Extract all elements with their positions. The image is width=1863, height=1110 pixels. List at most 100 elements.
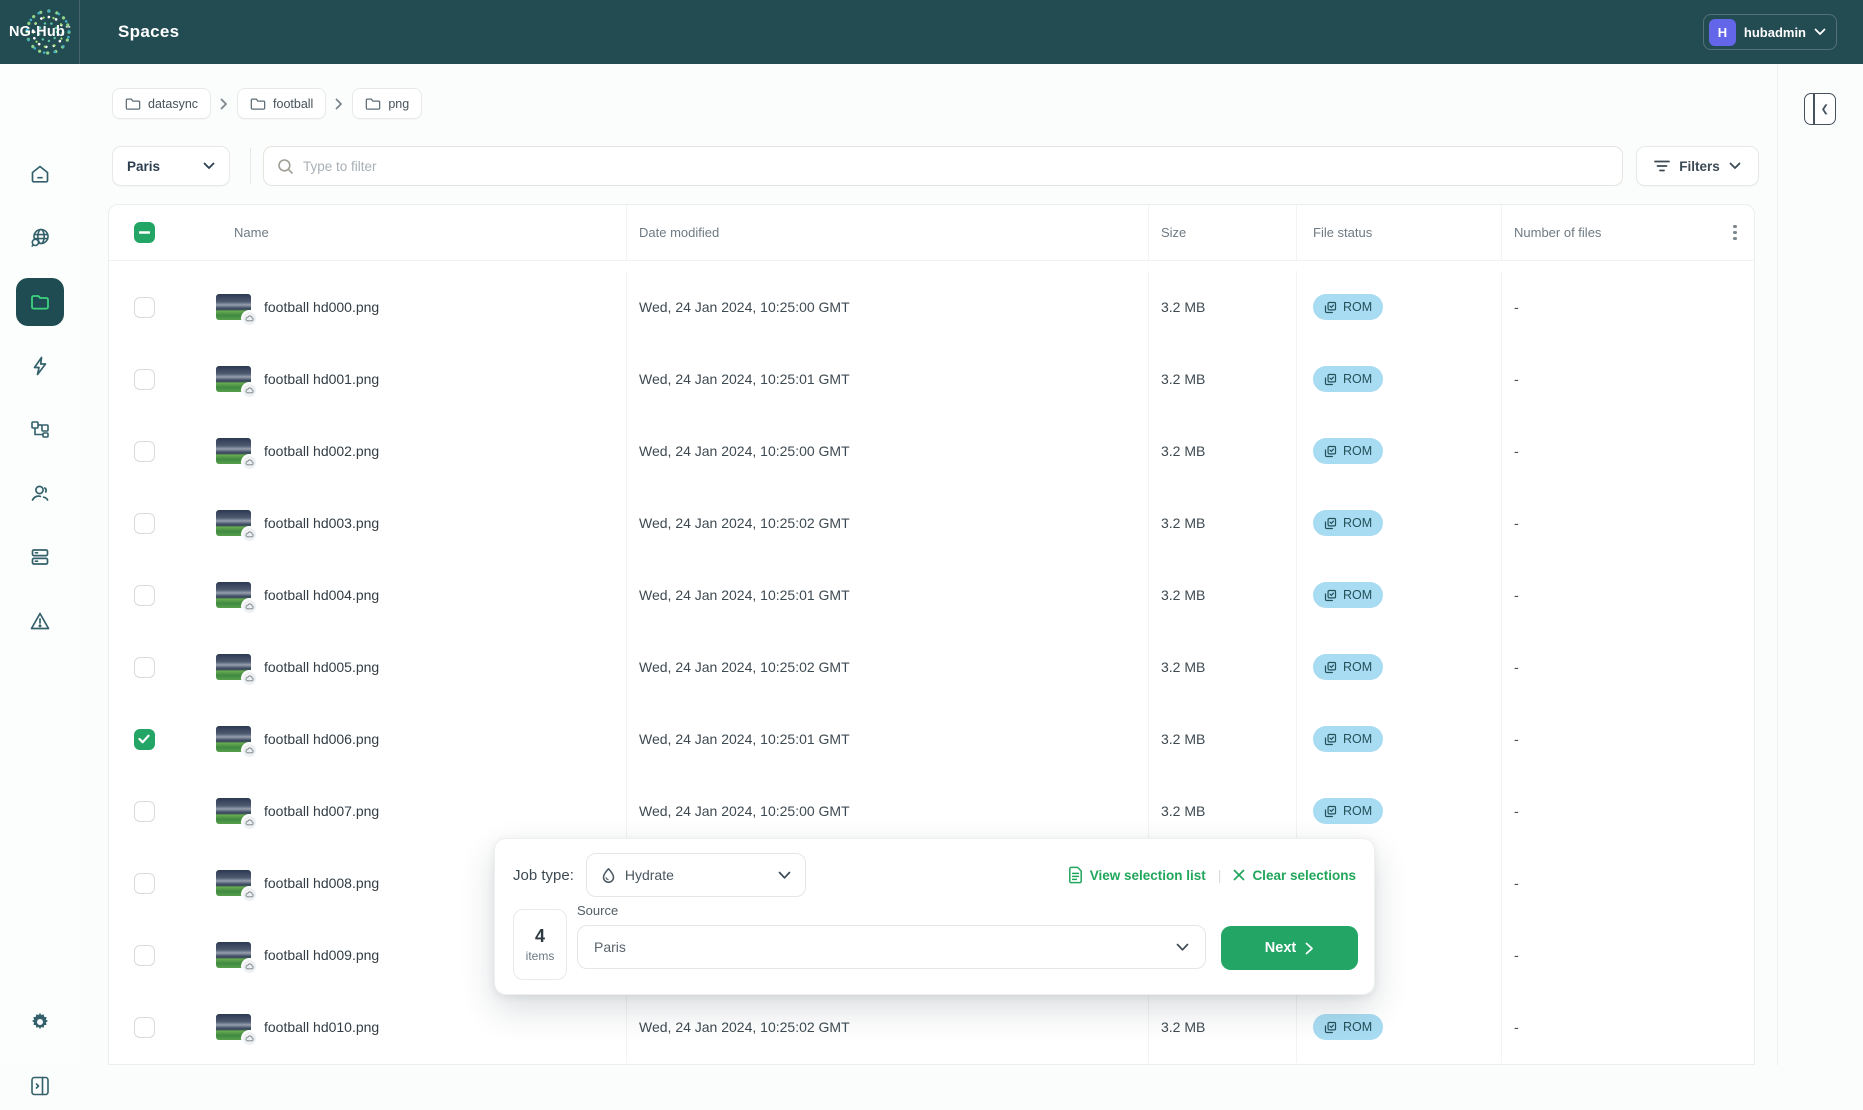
cloud-icon bbox=[245, 819, 255, 826]
cloud-status-badge bbox=[241, 886, 258, 903]
row-checkbox[interactable] bbox=[134, 585, 155, 606]
sidebar-item-home[interactable] bbox=[16, 150, 64, 198]
column-header-name[interactable]: Name bbox=[234, 225, 269, 240]
file-status-label: ROM bbox=[1343, 516, 1372, 530]
column-header-size[interactable]: Size bbox=[1161, 225, 1186, 240]
file-count: - bbox=[1501, 559, 1716, 631]
cloud-icon bbox=[245, 891, 255, 898]
sidebar-item-jobs[interactable] bbox=[16, 342, 64, 390]
file-name[interactable]: football hd005.png bbox=[264, 659, 379, 675]
clear-selections-link[interactable]: Clear selections bbox=[1233, 868, 1356, 883]
cloud-status-badge bbox=[241, 814, 258, 831]
file-name[interactable]: football hd003.png bbox=[264, 515, 379, 531]
file-name[interactable]: football hd008.png bbox=[264, 875, 379, 891]
logo-text: NG-Hub™ bbox=[9, 24, 71, 40]
sidebar-item-servers[interactable] bbox=[16, 533, 64, 581]
folder-icon bbox=[28, 290, 52, 314]
selected-items-counter: 4 items bbox=[513, 909, 567, 980]
sidebar-item-discover[interactable] bbox=[16, 214, 64, 262]
sidebar-item-expand-panel[interactable] bbox=[16, 1062, 64, 1110]
divider bbox=[250, 148, 251, 184]
sidebar-item-users[interactable] bbox=[16, 469, 64, 517]
cloud-icon bbox=[245, 531, 255, 538]
table-row: football hd003.png Wed, 24 Jan 2024, 10:2… bbox=[109, 487, 1754, 559]
user-menu[interactable]: H hubadmin bbox=[1703, 14, 1837, 50]
cloud-icon bbox=[245, 747, 255, 754]
breadcrumb-football[interactable]: football bbox=[237, 88, 326, 119]
app-logo[interactable]: NG-Hub™ bbox=[0, 0, 80, 64]
file-status-badge: ROM bbox=[1313, 654, 1383, 680]
chevron-right-icon bbox=[1305, 942, 1314, 955]
table-row: football hd010.pngWed, 24 Jan 2024, 10:2… bbox=[109, 991, 1754, 1063]
sidebar-item-spaces[interactable] bbox=[16, 278, 64, 326]
row-checkbox[interactable] bbox=[134, 873, 155, 894]
right-panel-divider bbox=[1777, 64, 1778, 1065]
gear-icon bbox=[28, 1010, 52, 1034]
file-thumbnail bbox=[216, 870, 251, 896]
file-name[interactable]: football hd004.png bbox=[264, 587, 379, 603]
file-status-label: ROM bbox=[1343, 300, 1372, 314]
row-checkbox[interactable] bbox=[134, 297, 155, 318]
chevron-down-icon bbox=[1176, 943, 1189, 952]
file-thumbnail bbox=[216, 438, 251, 464]
file-name[interactable]: football hd000.png bbox=[264, 299, 379, 315]
items-label: items bbox=[526, 949, 555, 963]
row-checkbox[interactable] bbox=[134, 729, 155, 750]
clear-selections-label: Clear selections bbox=[1252, 868, 1356, 883]
collapse-panel-button[interactable]: ❮ bbox=[1804, 93, 1836, 125]
file-size: 3.2 MB bbox=[1148, 631, 1296, 703]
row-checkbox[interactable] bbox=[134, 513, 155, 534]
row-checkbox[interactable] bbox=[134, 369, 155, 390]
row-checkbox[interactable] bbox=[134, 1017, 155, 1038]
file-name[interactable]: football hd006.png bbox=[264, 731, 379, 747]
cloud-status-badge bbox=[241, 526, 258, 543]
column-header-file-status[interactable]: File status bbox=[1313, 225, 1372, 240]
breadcrumb-label: football bbox=[273, 97, 313, 111]
lightning-icon bbox=[28, 354, 52, 378]
next-button[interactable]: Next bbox=[1221, 926, 1358, 970]
file-name[interactable]: football hd002.png bbox=[264, 443, 379, 459]
sidebar-item-alerts[interactable] bbox=[16, 597, 64, 645]
file-name[interactable]: football hd009.png bbox=[264, 947, 379, 963]
file-size: 3.2 MB bbox=[1148, 775, 1296, 847]
breadcrumb-datasync[interactable]: datasync bbox=[112, 88, 211, 119]
file-count: - bbox=[1501, 991, 1716, 1063]
file-name[interactable]: football hd010.png bbox=[264, 1019, 379, 1035]
sidebar-item-settings[interactable] bbox=[16, 998, 64, 1046]
source-dropdown[interactable]: Paris bbox=[577, 925, 1206, 969]
sidebar-item-integrations[interactable] bbox=[16, 405, 64, 453]
home-icon bbox=[28, 162, 52, 186]
filter-bar: Paris Filters bbox=[112, 146, 1759, 186]
avatar: H bbox=[1709, 19, 1736, 46]
cloud-status-badge bbox=[241, 742, 258, 759]
row-checkbox[interactable] bbox=[134, 657, 155, 678]
column-header-date-modified[interactable]: Date modified bbox=[639, 225, 719, 240]
cloud-icon bbox=[245, 603, 255, 610]
file-thumbnail bbox=[216, 366, 251, 392]
job-panel: Job type: Hydrate View selection list | … bbox=[494, 838, 1375, 995]
date-modified: Wed, 24 Jan 2024, 10:25:02 GMT bbox=[626, 631, 1148, 703]
job-type-dropdown[interactable]: Hydrate bbox=[586, 853, 806, 897]
source-filter-dropdown[interactable]: Paris bbox=[112, 146, 230, 186]
nodes-icon bbox=[28, 417, 52, 441]
chevron-down-icon bbox=[203, 162, 215, 170]
view-selection-list-link[interactable]: View selection list bbox=[1068, 866, 1206, 884]
filters-button[interactable]: Filters bbox=[1636, 146, 1759, 186]
breadcrumb-png[interactable]: png bbox=[352, 88, 422, 119]
panel-toggle-icon bbox=[28, 1074, 52, 1098]
date-modified: Wed, 24 Jan 2024, 10:25:02 GMT bbox=[626, 487, 1148, 559]
file-name[interactable]: football hd007.png bbox=[264, 803, 379, 819]
file-name[interactable]: football hd001.png bbox=[264, 371, 379, 387]
row-checkbox[interactable] bbox=[134, 801, 155, 822]
row-checkbox[interactable] bbox=[134, 945, 155, 966]
user-name: hubadmin bbox=[1744, 25, 1806, 40]
date-modified: Wed, 24 Jan 2024, 10:25:01 GMT bbox=[626, 703, 1148, 775]
file-size: 3.2 MB bbox=[1148, 703, 1296, 775]
search-input[interactable] bbox=[303, 159, 1609, 174]
file-thumbnail bbox=[216, 798, 251, 824]
select-all-checkbox[interactable] bbox=[134, 222, 155, 243]
table-options-menu-icon[interactable] bbox=[1733, 225, 1736, 240]
file-status-label: ROM bbox=[1343, 588, 1372, 602]
row-checkbox[interactable] bbox=[134, 441, 155, 462]
column-header-number-of-files[interactable]: Number of files bbox=[1514, 225, 1601, 240]
